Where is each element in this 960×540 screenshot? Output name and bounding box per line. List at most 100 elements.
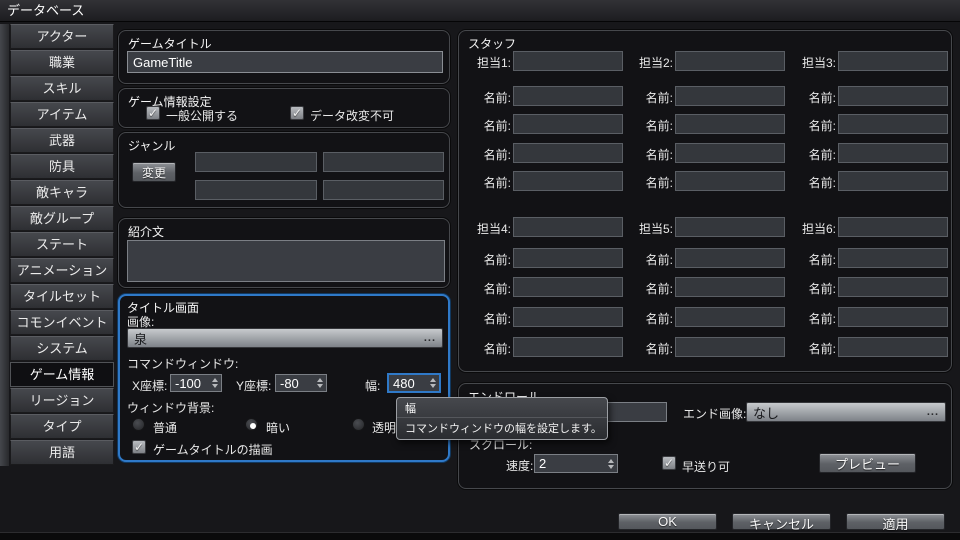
no-data-modify-label: データ改変不可 <box>310 107 394 124</box>
radio-dark[interactable] <box>245 418 258 431</box>
staff-name-field[interactable] <box>675 337 785 357</box>
sidebar-tab-15[interactable]: タイプ <box>10 414 114 439</box>
sidebar-tab-13[interactable]: ゲーム情報 <box>10 362 114 387</box>
staff-name-field[interactable] <box>838 143 948 163</box>
staff-name-field[interactable] <box>838 114 948 134</box>
sidebar-tab-14[interactable]: リージョン <box>10 388 114 413</box>
speed-spinner[interactable]: 2 <box>534 454 618 473</box>
genre-field-1[interactable] <box>195 152 317 172</box>
staff-name-field[interactable] <box>675 277 785 297</box>
staff-role-label: 担当4: <box>461 220 511 237</box>
staff-name-field[interactable] <box>513 307 623 327</box>
browse-ellipsis-icon[interactable]: ... <box>927 406 939 418</box>
command-window-label: コマンドウィンドウ: <box>127 355 238 372</box>
genre-field-3[interactable] <box>195 180 317 200</box>
genre-group-label: ジャンル <box>128 137 175 154</box>
dialog-title: データベース <box>7 3 84 18</box>
staff-role-label: 担当2: <box>623 54 673 71</box>
browse-ellipsis-icon[interactable]: ... <box>424 332 436 344</box>
staff-name-field[interactable] <box>513 337 623 357</box>
sidebar-tab-1[interactable]: 職業 <box>10 50 114 75</box>
cancel-button[interactable]: キャンセル <box>732 513 831 530</box>
radio-normal[interactable] <box>132 418 145 431</box>
game-info-settings-group: ゲーム情報設定 ✓ 一般公開する ✓ データ改変不可 <box>118 88 450 128</box>
staff-name-field[interactable] <box>675 114 785 134</box>
spinner-arrows-icon[interactable] <box>316 378 326 388</box>
staff-role-field[interactable] <box>675 217 785 237</box>
staff-name-field[interactable] <box>513 277 623 297</box>
staff-name-field[interactable] <box>513 248 623 268</box>
draw-game-title-checkbox[interactable]: ✓ <box>132 440 146 454</box>
staff-role-field[interactable] <box>513 51 623 71</box>
sidebar-tab-5[interactable]: 防具 <box>10 154 114 179</box>
staff-role-field[interactable] <box>838 51 948 71</box>
sidebar-tab-11[interactable]: コモンイベント <box>10 310 114 335</box>
sidebar-tab-10[interactable]: タイルセット <box>10 284 114 309</box>
staff-name-field[interactable] <box>838 337 948 357</box>
sidebar-tab-16[interactable]: 用語 <box>10 440 114 465</box>
staff-name-field[interactable] <box>513 171 623 191</box>
staff-name-field[interactable] <box>513 143 623 163</box>
staff-role-field[interactable] <box>675 51 785 71</box>
tooltip-body: コマンドウィンドウの幅を設定します。 <box>397 418 607 439</box>
sidebar-tab-9[interactable]: アニメーション <box>10 258 114 283</box>
genre-change-button[interactable]: 変更 <box>132 162 176 182</box>
width-spinner[interactable]: 480 <box>387 373 441 393</box>
draw-game-title-label: ゲームタイトルの描画 <box>153 441 273 458</box>
spinner-arrows-icon[interactable] <box>211 378 221 388</box>
end-image-dropdown[interactable]: なし ... <box>746 402 946 422</box>
x-coord-spinner[interactable]: -100 <box>170 374 222 392</box>
staff-group: スタッフ 担当1:担当2:担当3:名前:名前:名前:名前:名前:名前:名前:名前… <box>458 30 952 372</box>
staff-name-field[interactable] <box>838 86 948 106</box>
y-coord-label: Y座標: <box>236 377 271 394</box>
y-coord-spinner[interactable]: -80 <box>275 374 327 392</box>
genre-field-4[interactable] <box>323 180 444 200</box>
fast-forward-checkbox[interactable]: ✓ <box>662 456 676 470</box>
sidebar-tab-2[interactable]: スキル <box>10 76 114 101</box>
sidebar-tab-6[interactable]: 敵キャラ <box>10 180 114 205</box>
fast-forward-label: 早送り可 <box>682 458 730 475</box>
staff-name-field[interactable] <box>513 114 623 134</box>
genre-field-2[interactable] <box>323 152 444 172</box>
dialog-titlebar: データベース <box>0 0 960 22</box>
sidebar-tab-4[interactable]: 武器 <box>10 128 114 153</box>
sidebar-edge-strip <box>0 24 9 466</box>
sidebar-tab-7[interactable]: 敵グループ <box>10 206 114 231</box>
staff-name-field[interactable] <box>675 86 785 106</box>
sidebar-tab-0[interactable]: アクター <box>10 24 114 49</box>
staff-name-field[interactable] <box>675 248 785 268</box>
radio-transparent[interactable] <box>352 418 365 431</box>
ok-button[interactable]: OK <box>618 513 717 530</box>
spinner-arrows-icon[interactable] <box>607 459 617 469</box>
staff-name-label: 名前: <box>623 251 673 268</box>
public-release-label: 一般公開する <box>166 107 238 124</box>
staff-name-field[interactable] <box>838 277 948 297</box>
staff-role-label: 担当5: <box>623 220 673 237</box>
staff-role-field[interactable] <box>513 217 623 237</box>
sidebar-tab-12[interactable]: システム <box>10 336 114 361</box>
intro-textarea[interactable] <box>127 240 445 282</box>
staff-name-field[interactable] <box>513 86 623 106</box>
staff-name-label: 名前: <box>461 310 511 327</box>
staff-name-label: 名前: <box>786 89 836 106</box>
public-release-checkbox[interactable]: ✓ <box>146 106 160 120</box>
sidebar-tab-8[interactable]: ステート <box>10 232 114 257</box>
x-coord-label: X座標: <box>132 377 167 394</box>
sidebar-tab-3[interactable]: アイテム <box>10 102 114 127</box>
no-data-modify-checkbox[interactable]: ✓ <box>290 106 304 120</box>
staff-name-field[interactable] <box>675 307 785 327</box>
staff-name-field[interactable] <box>838 307 948 327</box>
title-image-dropdown[interactable]: 泉 ... <box>127 328 443 348</box>
radio-dark-label: 暗い <box>266 419 290 436</box>
title-image-value: 泉 <box>134 329 147 348</box>
staff-name-field[interactable] <box>675 171 785 191</box>
staff-name-field[interactable] <box>838 248 948 268</box>
staff-name-field[interactable] <box>675 143 785 163</box>
staff-name-label: 名前: <box>786 340 836 357</box>
game-title-input[interactable] <box>127 51 443 73</box>
staff-role-field[interactable] <box>838 217 948 237</box>
spinner-arrows-icon[interactable] <box>429 378 439 388</box>
preview-button[interactable]: プレビュー <box>819 453 916 473</box>
apply-button[interactable]: 適用 <box>846 513 945 530</box>
staff-name-field[interactable] <box>838 171 948 191</box>
